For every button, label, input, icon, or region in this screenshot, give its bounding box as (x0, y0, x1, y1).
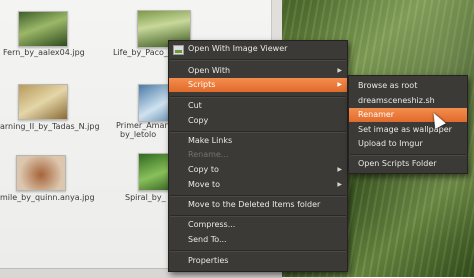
menu-item-cut[interactable]: Cut (169, 99, 347, 113)
file-thumbnail-learning[interactable] (18, 84, 68, 120)
menu-item-move-to[interactable]: Move to ▶ (169, 178, 347, 192)
file-thumbnail-fern[interactable] (18, 11, 68, 47)
menu-item-make-links[interactable]: Make Links (169, 134, 347, 148)
menu-item-open-with-image-viewer[interactable]: Open With Image Viewer (169, 42, 347, 56)
submenu-arrow-icon: ▶ (337, 166, 342, 173)
file-name-label[interactable]: arning_II_by_Tadas_N.jpg (0, 122, 100, 131)
menu-item-rename: Rename... (188, 150, 229, 159)
submenu-arrow-icon: ▶ (337, 81, 342, 88)
submenu-item-browse-as-root[interactable]: Browse as root (349, 79, 467, 93)
menu-separator (170, 195, 346, 197)
submenu-item-set-wallpaper[interactable]: Set image as wallpaper (349, 123, 467, 137)
submenu-item-open-scripts-folder[interactable]: Open Scripts Folder (349, 157, 467, 171)
menu-item-send-to[interactable]: Send To... (169, 233, 347, 247)
image-viewer-icon (173, 45, 184, 55)
menu-separator (170, 131, 346, 133)
menu-separator (170, 96, 346, 98)
context-menu: Open With Image Viewer Open With ▶ Scrip… (168, 40, 348, 272)
submenu-item-renamer[interactable]: Renamer (349, 108, 467, 122)
submenu-item-dreamscene[interactable]: dreamsceneshiz.sh (349, 94, 467, 108)
menu-item-copy-to[interactable]: Copy to ▶ (169, 163, 347, 177)
menu-separator (350, 154, 466, 156)
file-name-label[interactable]: Primer_Aman (116, 121, 169, 130)
menu-item-scripts[interactable]: Scripts ▶ (169, 78, 347, 92)
file-name-label[interactable]: by_letolo (120, 130, 156, 139)
menu-item-move-to-trash[interactable]: Move to the Deleted Items folder (169, 198, 347, 212)
menu-item-open-with[interactable]: Open With ▶ (169, 64, 347, 78)
menu-item-compress[interactable]: Compress... (169, 218, 347, 232)
menu-item-properties[interactable]: Properties (169, 254, 347, 268)
menu-separator (170, 250, 346, 252)
file-name-label[interactable]: Spiral_by_ (125, 193, 166, 202)
file-thumbnail-smile[interactable] (16, 155, 66, 191)
menu-separator (170, 59, 346, 61)
file-name-label[interactable]: Life_by_Paco_E (113, 48, 173, 57)
file-name-label[interactable]: mile_by_quinn.anya.jpg (0, 193, 95, 202)
submenu-arrow-icon: ▶ (337, 181, 342, 188)
submenu-arrow-icon: ▶ (337, 67, 342, 74)
menu-item-copy[interactable]: Copy (169, 114, 347, 128)
menu-separator (170, 215, 346, 217)
file-name-label[interactable]: Fern_by_aalex04.jpg (3, 48, 85, 57)
submenu-item-upload-imgur[interactable]: Upload to Imgur (349, 137, 467, 151)
scripts-submenu: Browse as root dreamsceneshiz.sh Renamer… (348, 75, 468, 174)
